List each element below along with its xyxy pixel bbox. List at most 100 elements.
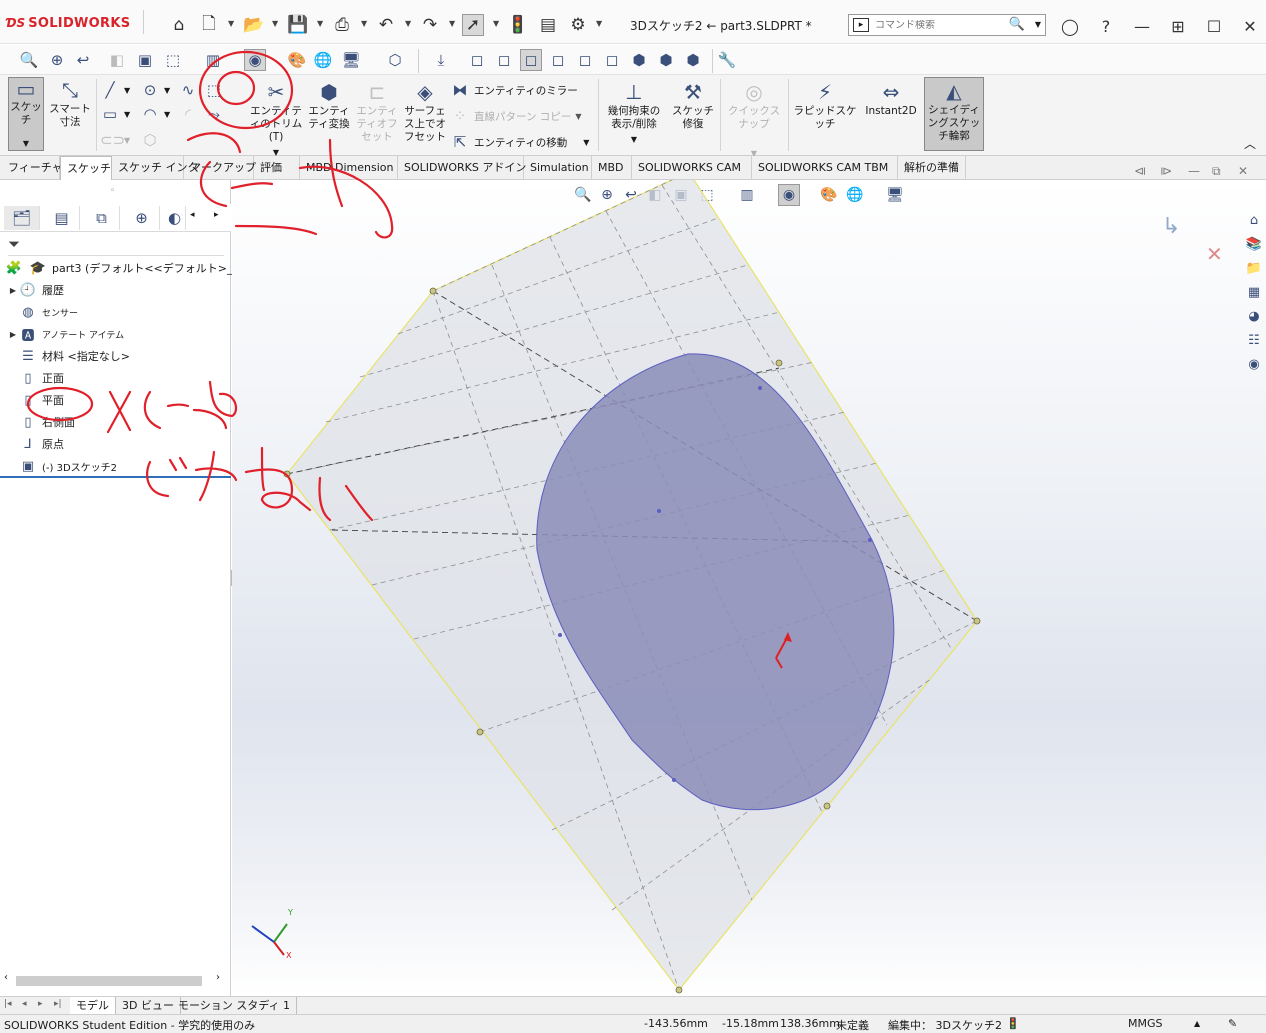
file-explorer-icon[interactable]: 📁: [1244, 258, 1264, 278]
filter-icon[interactable]: ⏷: [8, 235, 20, 253]
last-tab-icon[interactable]: ▸|: [54, 999, 62, 1009]
maximize-button[interactable]: ☐: [1202, 14, 1226, 38]
pane-grip-icon[interactable]: ◦: [110, 186, 115, 196]
left-view-icon[interactable]: ◻: [520, 49, 542, 71]
tree-item-3d-sketch[interactable]: ▣ (-) 3Dスケッチ2: [0, 456, 117, 476]
display-style-icon[interactable]: ▥: [202, 49, 224, 71]
user-account-icon[interactable]: ◯: [1058, 14, 1082, 38]
previous-view-icon[interactable]: ↩: [72, 49, 94, 71]
tab-scroll-left-icon[interactable]: ◂: [190, 210, 195, 220]
collapse-ribbon-icon[interactable]: ︿: [1244, 135, 1256, 152]
tab-8[interactable]: MBD: [592, 156, 632, 180]
select-pointer-icon[interactable]: ➚: [462, 14, 484, 36]
rectangle-tool[interactable]: ▭ ▼: [100, 103, 130, 125]
open-icon[interactable]: 📂: [243, 14, 265, 36]
edit-appearance-icon[interactable]: 🎨: [286, 49, 308, 71]
chevron-down-icon[interactable]: ▼: [124, 86, 130, 95]
close-button[interactable]: ✕: [1238, 14, 1262, 38]
save-icon[interactable]: 💾: [287, 14, 309, 36]
solidworks-logo[interactable]: ƊS SOLIDWORKS: [6, 12, 130, 34]
right-view-icon[interactable]: ◻: [547, 49, 569, 71]
next-tab-icon[interactable]: ▸: [38, 999, 43, 1009]
home-icon[interactable]: ⌂: [168, 14, 190, 36]
tab-2[interactable]: スケッチ インク: [112, 156, 199, 180]
chevron-up-icon[interactable]: ▲: [1194, 1019, 1200, 1028]
propertymanager-tab-icon[interactable]: ▤: [44, 206, 80, 230]
top-view-icon[interactable]: ◻: [574, 49, 596, 71]
chevron-down-icon[interactable]: ▼: [493, 19, 499, 28]
minimize-doc-icon[interactable]: —: [1188, 164, 1200, 178]
next-window-icon[interactable]: ⧐: [1160, 164, 1172, 178]
repair-sketch-button[interactable]: ⚒ スケッチ修復: [670, 79, 716, 131]
tab-4[interactable]: 評価: [254, 156, 300, 180]
move-entities-button[interactable]: ⇱ エンティティの移動 ▼: [450, 131, 590, 153]
tab-0[interactable]: フィーチャー: [2, 156, 74, 180]
scroll-right-icon[interactable]: ›: [216, 972, 220, 983]
featuremanager-tab-icon[interactable]: 🗂: [4, 206, 40, 230]
instant2d-button[interactable]: ⇔ Instant2D: [860, 79, 922, 118]
bottom-view-icon[interactable]: ◻: [601, 49, 623, 71]
chevron-down-icon[interactable]: ▼: [631, 133, 637, 146]
chevron-down-icon[interactable]: ▼: [575, 112, 581, 121]
solidworks-resources-icon[interactable]: ⌂: [1244, 210, 1264, 230]
command-search-input[interactable]: [875, 19, 1015, 31]
front-view-icon[interactable]: ◻: [466, 49, 488, 71]
expand-icon[interactable]: ▶: [8, 286, 18, 295]
confirmation-corner-cancel-icon[interactable]: ✕: [1206, 242, 1228, 266]
chevron-down-icon[interactable]: ▼: [596, 19, 602, 28]
smart-dimension-button[interactable]: ⤡ スマート寸法: [48, 77, 92, 129]
chevron-down-icon[interactable]: ▼: [361, 19, 367, 28]
chevron-down-icon[interactable]: ▼: [449, 19, 455, 28]
undo-icon[interactable]: ↶: [375, 14, 397, 36]
chevron-down-icon[interactable]: ▼: [228, 19, 234, 28]
tree-item-top-plane[interactable]: ▯ 平面: [0, 390, 64, 410]
view-palette-icon[interactable]: ▦: [1244, 282, 1264, 302]
tree-item-origin[interactable]: ⅃ 原点: [0, 434, 64, 454]
chevron-down-icon[interactable]: ▼: [164, 110, 170, 119]
circle-tool[interactable]: ⊙ ▼: [140, 79, 170, 101]
rapid-sketch-button[interactable]: ⚡ ラピッドスケッチ: [792, 79, 858, 131]
file-properties-icon[interactable]: ▤: [537, 14, 559, 36]
first-tab-icon[interactable]: |◂: [4, 999, 12, 1009]
tab-motion-study[interactable]: モーション スタディ 1: [172, 997, 298, 1015]
zoom-area-icon[interactable]: ⊕: [46, 49, 68, 71]
3d-view-icon[interactable]: ⬡: [384, 49, 406, 71]
tab-11[interactable]: 解析の準備: [898, 156, 966, 180]
view-tool-icon[interactable]: 🔧: [716, 49, 738, 71]
hide-show-items-icon[interactable]: ◉: [244, 49, 266, 71]
zoom-to-fit-icon[interactable]: 🔍: [18, 49, 40, 71]
prev-tab-icon[interactable]: ◂: [22, 999, 27, 1009]
normal-to-icon[interactable]: ⤓: [430, 49, 452, 71]
tree-item-material[interactable]: ☰ 材料 <指定なし>: [0, 346, 130, 366]
offset-on-surface-button[interactable]: ◈ サーフェス上でオフセット: [402, 79, 448, 144]
redo-icon[interactable]: ↷: [419, 14, 441, 36]
previous-window-icon[interactable]: ⧏: [1134, 164, 1146, 178]
tab-scroll-right-icon[interactable]: ▸: [214, 210, 219, 220]
model-viewport[interactable]: Y X: [232, 180, 1266, 996]
line-tool[interactable]: ╱ ▼: [100, 79, 130, 101]
dimxpert-tab-icon[interactable]: ⊕: [124, 206, 160, 230]
chevron-down-icon[interactable]: ▼: [583, 138, 589, 147]
chevron-down-icon[interactable]: ▼: [405, 19, 411, 28]
close-doc-icon[interactable]: ✕: [1238, 164, 1248, 178]
convert-entities-button[interactable]: ⬢ エンティティ変換: [306, 79, 352, 131]
options-gear-icon[interactable]: ⚙: [567, 14, 589, 36]
tab-7[interactable]: Simulation: [524, 156, 592, 180]
tile-windows-button[interactable]: ⊞: [1166, 14, 1190, 38]
display-delete-relations-button[interactable]: ⊥ 幾何拘束の表示/削除 ▼: [602, 79, 666, 146]
rollback-bar[interactable]: [0, 476, 231, 478]
tab-model[interactable]: モデル: [70, 997, 116, 1015]
tab-1[interactable]: スケッチ: [60, 156, 112, 181]
tab-10[interactable]: SOLIDWORKS CAM TBM: [752, 156, 898, 180]
solidworks-forum-icon[interactable]: ◉: [1244, 354, 1264, 374]
arc-tool[interactable]: ◠ ▼: [140, 103, 170, 125]
chevron-down-icon[interactable]: ▼: [272, 19, 278, 28]
quick-tips-icon[interactable]: ✎: [1228, 1017, 1237, 1030]
dimetric-view-icon[interactable]: ⬢: [682, 49, 704, 71]
shaded-sketch-contours-button[interactable]: ◭ シェイディングスケッチ輪郭: [924, 77, 984, 151]
configurationmanager-tab-icon[interactable]: ⧉: [84, 206, 120, 230]
tab-9[interactable]: SOLIDWORKS CAM: [632, 156, 752, 180]
minimize-button[interactable]: —: [1130, 14, 1154, 38]
tree-item-front-plane[interactable]: ▯ 正面: [0, 368, 64, 388]
view-orientation-icon[interactable]: ⬚: [162, 49, 184, 71]
